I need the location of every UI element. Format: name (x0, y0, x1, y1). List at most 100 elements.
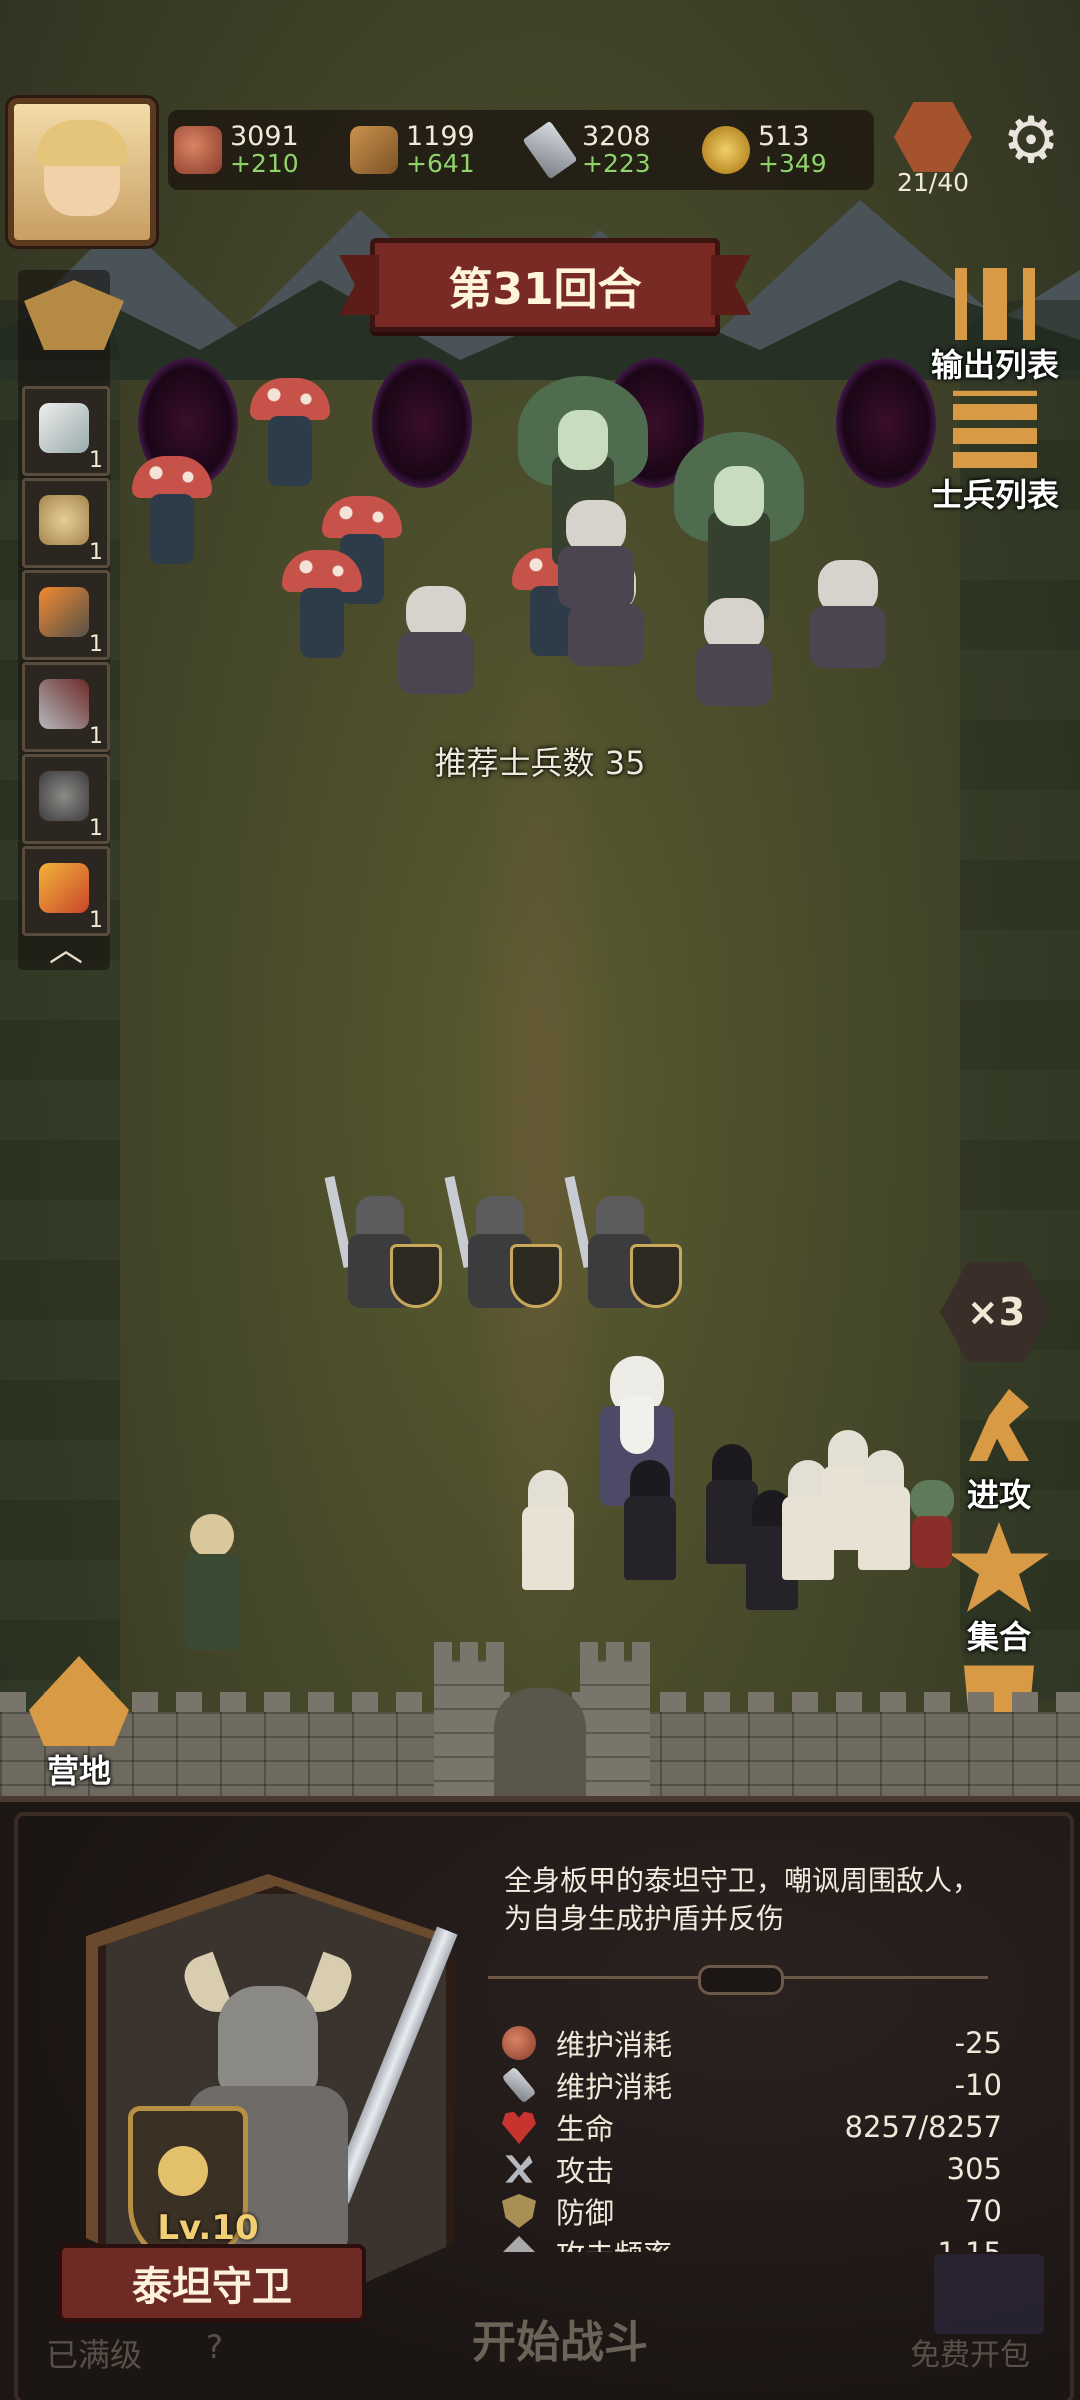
stat-value: 70 (965, 2194, 1002, 2228)
player-avatar[interactable] (8, 98, 156, 246)
wood-value: 1199 (406, 121, 475, 152)
stat-value: 8257/8257 (844, 2110, 1002, 2144)
wing-scroll-icon (39, 403, 89, 453)
crossed-swords-icon (505, 2155, 533, 2183)
dark-portal (372, 358, 472, 488)
footer-bar: 已满级 ? 开始战斗 免费开包 (0, 2254, 1080, 2400)
unit-count-label: 21/40 (896, 168, 970, 197)
stat-value: 1.15 (816, 2236, 1002, 2252)
meat-icon (174, 126, 222, 174)
sword-icon (522, 120, 578, 180)
winged-sword-emblem-icon[interactable] (18, 262, 128, 362)
ornament-divider (488, 1965, 988, 2001)
chevron-up-icon[interactable]: ︿ (46, 933, 86, 967)
enemy-boar-warrior[interactable] (686, 598, 782, 708)
heart-icon (502, 2111, 536, 2144)
enemy-treant[interactable] (664, 432, 814, 622)
top-bar: 3091 +210 1199 +641 3208 +223 513 +349 21/40… (0, 90, 1080, 246)
card-column: 1 1 1 1 1 1 ︿ (18, 270, 124, 970)
wood-delta: +641 (406, 149, 475, 178)
ally-goblin[interactable] (902, 1480, 962, 1570)
meat-icon (502, 2026, 536, 2060)
ally-titan-guard[interactable] (324, 1175, 442, 1310)
flaming-axe-icon (39, 863, 89, 913)
weapon-value: 3208 (582, 121, 651, 152)
gear-icon[interactable]: ⚙ (996, 106, 1066, 176)
card-count: 1 (89, 908, 103, 933)
stat-value: -25 (954, 2026, 1002, 2060)
stat-row: 维护消耗 -25 (502, 2022, 1002, 2064)
charging-warrior-icon (969, 1389, 1029, 1461)
card-pack-icon (934, 2254, 1044, 2334)
coin-icon (702, 126, 750, 174)
horned-helmet-icon (218, 1986, 318, 2096)
output-list-button[interactable]: 输出列表 (920, 250, 1070, 386)
enemy-mushroom-mage[interactable] (250, 378, 330, 488)
stat-row: 防御 70 (502, 2190, 1002, 2232)
stat-name: 防御 (556, 2196, 615, 2230)
ally-elf-hero[interactable] (166, 1514, 256, 1654)
card-count: 1 (89, 448, 103, 473)
unit-description: 全身板甲的泰坦守卫，嘲讽周围敌人，为自身生成护盾并反伤 (504, 1864, 981, 1935)
meat-delta: +210 (230, 149, 299, 178)
enemy-boar-warrior[interactable] (548, 500, 644, 610)
shield-icon (502, 2194, 536, 2228)
stat-value: 305 (946, 2152, 1002, 2186)
rally-star-icon (949, 1522, 1049, 1612)
card-slot[interactable]: 1 (22, 386, 110, 476)
card-count: 1 (89, 540, 103, 565)
camp-label: 营地 (46, 1752, 111, 1790)
card-slot[interactable]: 1 (22, 846, 110, 936)
start-battle-button[interactable]: 开始战斗 (430, 2308, 690, 2378)
card-slot[interactable]: 1 (22, 570, 110, 660)
stat-row: 攻击 305 (502, 2148, 1002, 2190)
meat-value: 3091 (230, 121, 299, 152)
free-pack-button[interactable]: 免费开包 (910, 2330, 1030, 2374)
card-count: 1 (89, 816, 103, 841)
dark-portal (836, 358, 936, 488)
wall-tower (580, 1642, 650, 1810)
ally-titan-guard[interactable] (444, 1175, 562, 1310)
enemy-boar-warrior[interactable] (388, 586, 484, 696)
card-count: 1 (89, 632, 103, 657)
gold-delta: +349 (758, 149, 827, 178)
unit-count-button[interactable]: 21/40 (890, 102, 976, 197)
camp-tent-icon (29, 1656, 129, 1746)
unit-level: Lv.10 (157, 2208, 259, 2248)
round-banner: 第31回合 (370, 238, 720, 332)
avatar-hair (36, 120, 128, 166)
stat-row: 维护消耗 -10 (502, 2064, 1002, 2106)
recommended-soldier-count: 推荐士兵数 35 (434, 744, 646, 782)
attack-speed-icon (502, 2236, 536, 2252)
ally-titan-guard[interactable] (564, 1175, 682, 1310)
enemy-mushroom-mage[interactable] (132, 456, 212, 566)
camp-button[interactable]: 营地 (4, 1648, 154, 1792)
stat-name: 维护消耗 (556, 2070, 673, 2104)
group-icon (894, 102, 972, 172)
ally-dark-nun[interactable] (620, 1460, 680, 1580)
sword-icon (502, 2066, 537, 2104)
list-icon (953, 390, 1037, 470)
ally-priest[interactable] (518, 1470, 578, 1590)
soldier-list-button[interactable]: 士兵列表 (920, 380, 1070, 516)
card-slot[interactable]: 1 (22, 478, 110, 568)
gold-value: 513 (758, 121, 810, 152)
enemy-boar-warrior[interactable] (800, 560, 896, 670)
weapon-delta: +223 (582, 149, 651, 178)
stat-row: 生命 8257/8257 (502, 2106, 1002, 2148)
resource-wood: 1199 +641 (344, 123, 520, 177)
enemy-mushroom-mage[interactable] (282, 550, 362, 660)
maxed-level-button[interactable]: 已满级 (46, 2330, 142, 2376)
unit-stats: 维护消耗 -25 维护消耗 -10 生命 8257/8257 攻击 305 防御… (502, 2022, 1002, 2252)
game-screen: 3091 +210 1199 +641 3208 +223 513 +349 21/40… (0, 0, 1080, 2400)
unit-detail-panel: Lv.10 泰坦守卫 全身板甲的泰坦守卫，嘲讽周围敌人，为自身生成护盾并反伤 维… (0, 1796, 1080, 2400)
stat-name: 攻击频率 (556, 2232, 816, 2252)
stat-name: 生命 (556, 2112, 615, 2146)
wood-icon (350, 126, 398, 174)
resource-gold: 513 +349 (696, 123, 872, 177)
resource-meat: 3091 +210 (168, 123, 344, 177)
help-button[interactable]: ? (206, 2328, 223, 2366)
stat-name: 维护消耗 (556, 2028, 673, 2062)
cannon-icon (39, 587, 89, 637)
castle-wall (0, 1642, 1080, 1810)
